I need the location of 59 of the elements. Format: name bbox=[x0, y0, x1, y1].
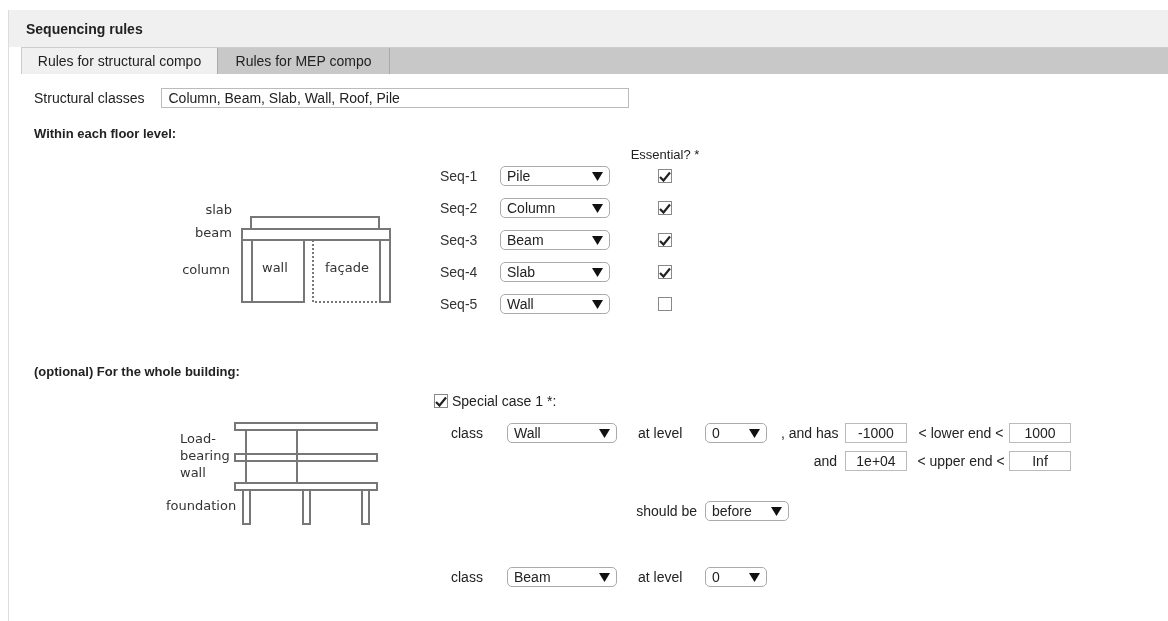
input-field[interactable]: Inf bbox=[1009, 451, 1071, 471]
diagram-label: Load-bearing wall bbox=[180, 430, 230, 481]
sequence-label: Seq-3 bbox=[440, 232, 479, 248]
field-label: < upper end < bbox=[916, 453, 1006, 469]
section-heading: (optional) For the whole building: bbox=[34, 364, 241, 379]
dropdown[interactable]: Beam bbox=[500, 230, 610, 250]
input-field[interactable]: 1e+04 bbox=[845, 451, 907, 471]
field-label: and bbox=[812, 453, 838, 469]
sequence-label: Seq-5 bbox=[440, 296, 479, 312]
field-label: Structural classes bbox=[34, 90, 145, 106]
diagram-label: slab bbox=[205, 202, 232, 217]
diagram-label: foundation bbox=[166, 498, 237, 513]
tab[interactable]: Rules for structural compo bbox=[21, 48, 218, 74]
checkbox[interactable] bbox=[658, 169, 672, 183]
field-label: should be bbox=[635, 503, 698, 519]
dropdown[interactable]: 0 bbox=[705, 567, 767, 587]
caret-icon bbox=[592, 299, 603, 309]
diagram-label: façade bbox=[325, 260, 369, 275]
field-label: , and has bbox=[781, 425, 840, 441]
dropdown[interactable]: Slab bbox=[500, 262, 610, 282]
checkbox[interactable] bbox=[658, 265, 672, 279]
caret-icon bbox=[592, 171, 603, 181]
diagram-label: column bbox=[182, 262, 230, 277]
sequence-label: Seq-4 bbox=[440, 264, 479, 280]
dropdown[interactable]: Column bbox=[500, 198, 610, 218]
input-field[interactable]: Column, Beam, Slab, Wall, Roof, Pile bbox=[161, 88, 630, 108]
dropdown[interactable]: Beam bbox=[507, 567, 617, 587]
section-heading: Within each floor level: bbox=[34, 126, 178, 141]
caret-icon bbox=[592, 267, 603, 277]
caret-icon bbox=[749, 428, 760, 438]
checkbox[interactable] bbox=[434, 394, 448, 408]
field-label: at level bbox=[638, 425, 684, 441]
dropdown[interactable]: Pile bbox=[500, 166, 610, 186]
dropdown[interactable]: before bbox=[705, 501, 789, 521]
field-label: < lower end < bbox=[917, 425, 1005, 441]
input-field[interactable]: 1000 bbox=[1009, 423, 1071, 443]
checkbox[interactable] bbox=[658, 233, 672, 247]
checkbox-label: Special case 1 *: bbox=[452, 393, 557, 409]
dropdown[interactable]: Wall bbox=[507, 423, 617, 443]
dropdown[interactable]: Wall bbox=[500, 294, 610, 314]
caret-icon bbox=[592, 203, 603, 213]
dropdown[interactable]: 0 bbox=[705, 423, 767, 443]
diagram-label: wall bbox=[262, 260, 288, 275]
field-label: at level bbox=[638, 569, 684, 585]
checkbox[interactable] bbox=[658, 201, 672, 215]
caret-icon bbox=[592, 235, 603, 245]
diagram-label: beam bbox=[195, 225, 232, 240]
column-header: Essential? * bbox=[629, 147, 701, 162]
caret-icon bbox=[771, 506, 782, 516]
field-label: class bbox=[451, 569, 484, 585]
checkbox[interactable] bbox=[658, 297, 672, 311]
panel-title: Sequencing rules bbox=[26, 20, 143, 37]
caret-icon bbox=[599, 572, 610, 582]
caret-icon bbox=[749, 572, 760, 582]
caret-icon bbox=[599, 428, 610, 438]
sequence-label: Seq-1 bbox=[440, 168, 479, 184]
input-field[interactable]: -1000 bbox=[845, 423, 907, 443]
field-label: class bbox=[451, 425, 484, 441]
sequence-label: Seq-2 bbox=[440, 200, 479, 216]
